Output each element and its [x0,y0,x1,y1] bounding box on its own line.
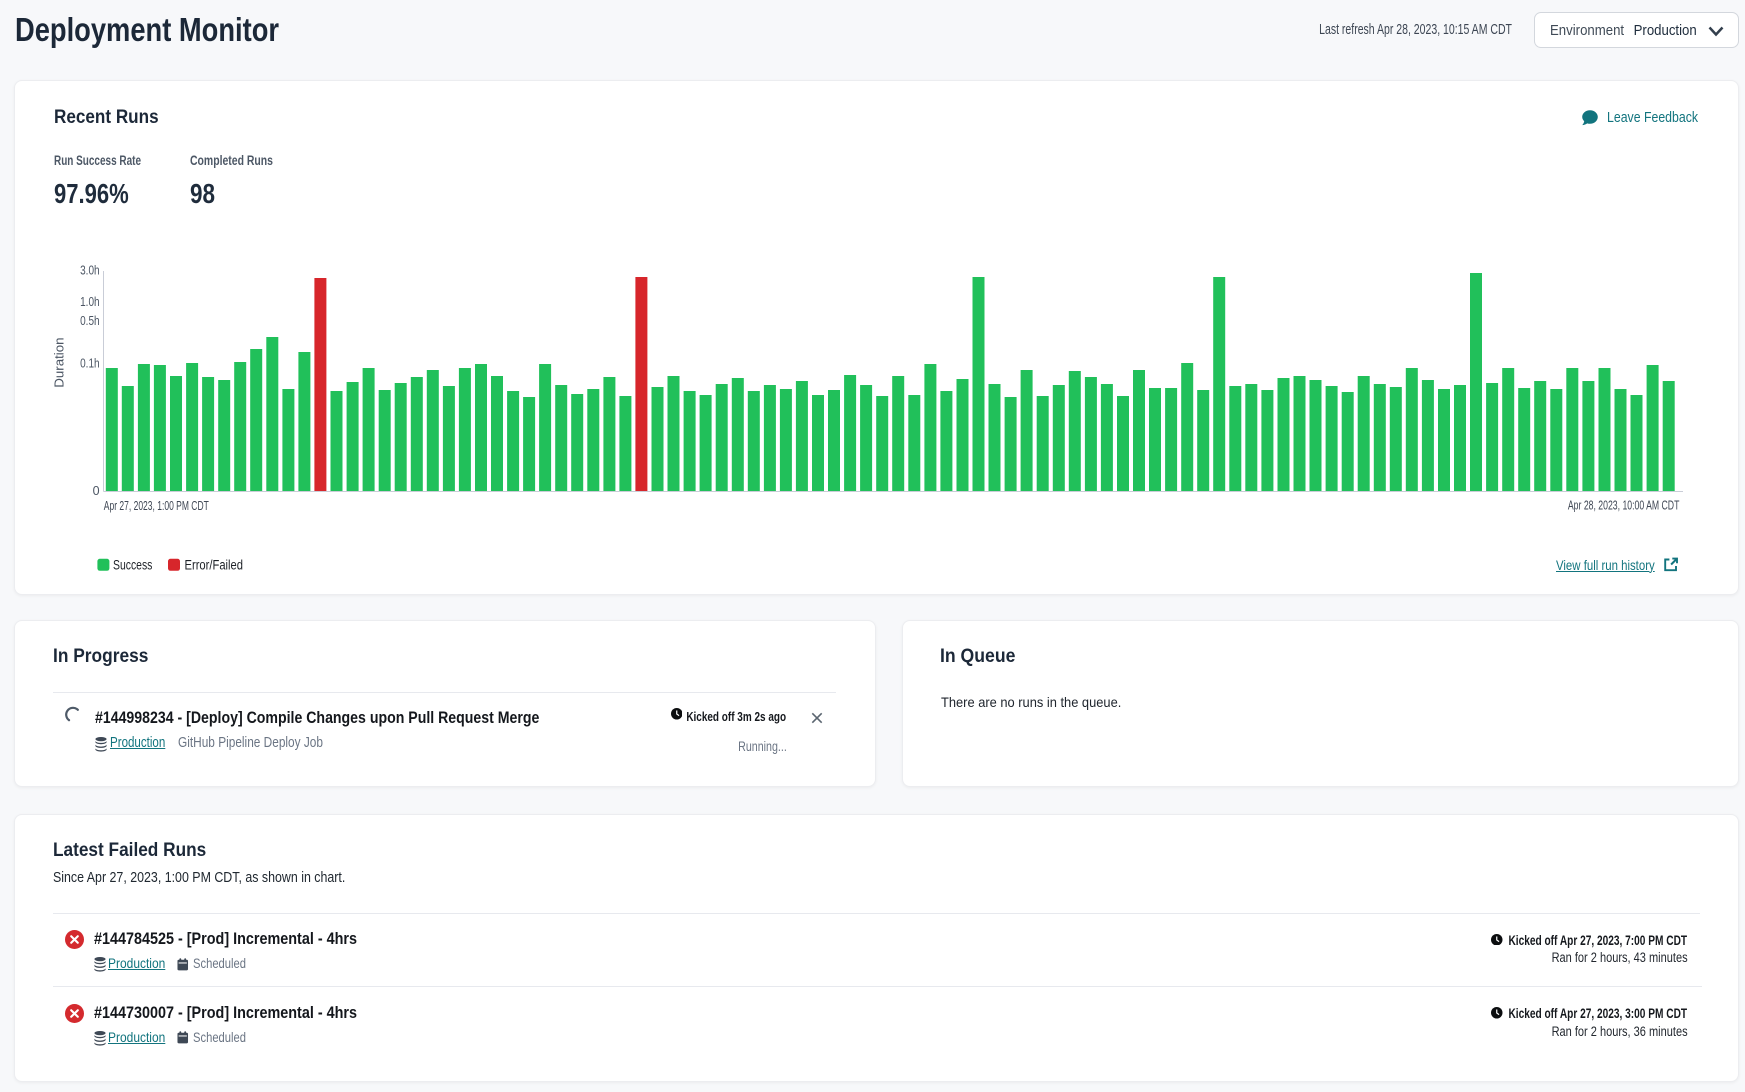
svg-text:3.0h: 3.0h [80,263,100,277]
svg-text:Error/Failed: Error/Failed [185,557,244,572]
svg-text:0.1h: 0.1h [80,357,100,371]
svg-text:Apr 27, 2023, 1:00 PM CDT: Apr 27, 2023, 1:00 PM CDT [104,498,209,513]
svg-text:Duration: Duration [52,337,66,387]
svg-text:0: 0 [93,484,100,498]
svg-text:Success: Success [113,557,153,572]
svg-text:1.0h: 1.0h [80,295,100,309]
svg-text:Apr 28, 2023, 10:00 AM CDT: Apr 28, 2023, 10:00 AM CDT [1568,497,1680,512]
svg-text:0.5h: 0.5h [80,314,100,328]
